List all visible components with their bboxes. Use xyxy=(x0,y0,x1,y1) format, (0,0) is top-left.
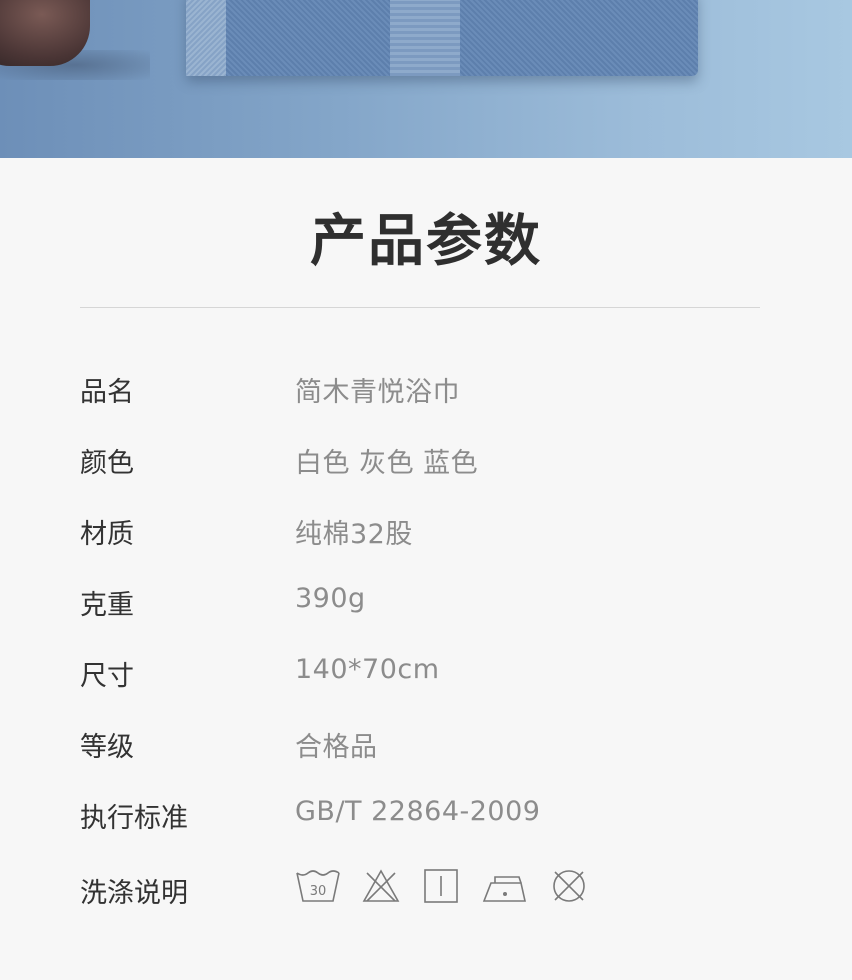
spec-row-care: 洗涤说明 30 xyxy=(0,847,852,927)
spec-row-weight: 克重 390g xyxy=(0,563,852,634)
spec-label: 尺寸 xyxy=(80,661,134,692)
no-dry-clean-icon xyxy=(553,870,585,902)
tumble-line-dry-icon xyxy=(424,869,458,903)
spec-label: 品名 xyxy=(80,377,134,408)
spec-label: 执行标准 xyxy=(80,803,188,834)
towel-edge xyxy=(186,0,226,76)
spec-label: 洗涤说明 xyxy=(80,878,188,909)
spec-value: 简木青悦浴巾 xyxy=(295,377,460,408)
spec-value: 纯棉32股 xyxy=(295,519,413,550)
spec-row-material: 材质 纯棉32股 xyxy=(0,492,852,563)
hero-banner-image xyxy=(0,0,852,158)
spec-label: 克重 xyxy=(80,590,134,621)
towel-band xyxy=(390,0,460,76)
spec-row-name: 品名 简木青悦浴巾 xyxy=(0,350,852,421)
spec-label: 颜色 xyxy=(80,448,134,479)
spec-value: 白色 灰色 蓝色 xyxy=(295,448,479,479)
spec-value: 140*70cm xyxy=(295,654,440,685)
wash-temp-label: 30 xyxy=(310,884,327,899)
spec-value: 390g xyxy=(295,583,366,614)
iron-low-icon xyxy=(482,876,526,902)
no-bleach-icon xyxy=(362,869,400,902)
title-divider xyxy=(80,307,760,308)
spec-row-standard: 执行标准 GB/T 22864-2009 xyxy=(0,776,852,847)
wash-30-icon: 30 xyxy=(296,870,340,902)
spec-value: GB/T 22864-2009 xyxy=(295,796,541,827)
care-icons: 30 xyxy=(295,867,589,905)
spec-list: 品名 简木青悦浴巾 颜色 白色 灰色 蓝色 材质 纯棉32股 克重 390g 尺… xyxy=(0,350,852,927)
spec-row-grade: 等级 合格品 xyxy=(0,705,852,776)
spec-value: 合格品 xyxy=(295,732,378,763)
spec-row-size: 尺寸 140*70cm xyxy=(0,634,852,705)
spec-row-color: 颜色 白色 灰色 蓝色 xyxy=(0,421,852,492)
spec-label: 等级 xyxy=(80,732,134,763)
spec-label: 材质 xyxy=(80,519,134,550)
page-title: 产品参数 xyxy=(310,209,542,274)
